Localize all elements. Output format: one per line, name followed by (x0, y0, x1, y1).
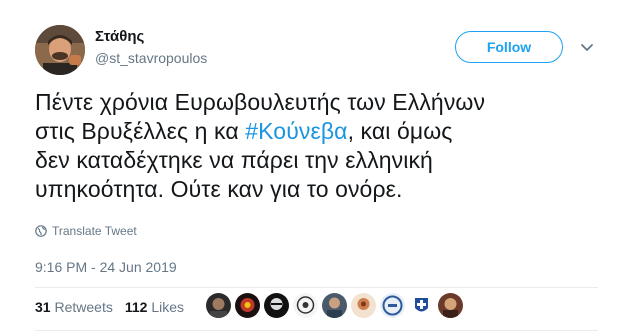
tweet-line-text: , και όμως (347, 118, 453, 144)
liker-avatar[interactable] (322, 293, 347, 318)
hashtag-link[interactable]: #Κούνεβα (245, 118, 347, 144)
tweet-timestamp[interactable]: 9:16 PM - 24 Jun 2019 (35, 259, 177, 275)
tweet-line: δεν καταδέχτηκε να πάρει την ελληνική (35, 147, 433, 173)
liker-avatar[interactable] (438, 293, 463, 318)
liker-avatar[interactable] (206, 293, 231, 318)
translate-label[interactable]: Translate Tweet (52, 224, 137, 238)
liker-avatar[interactable] (409, 293, 434, 318)
translate-tweet-link[interactable]: Translate Tweet (35, 224, 137, 238)
divider (35, 287, 598, 288)
liker-avatars (206, 293, 463, 318)
tweet-line: υπηκοότητα. Ούτε καν για το ονόρε. (35, 176, 403, 202)
tweet-card: Στάθης @st_stavropoulos Follow Πέντε χρό… (0, 0, 633, 333)
likes-stat[interactable]: 112 Likes (125, 299, 184, 315)
liker-avatar[interactable] (264, 293, 289, 318)
likes-label: Likes (151, 299, 184, 315)
tweet-text: Πέντε χρόνια Ευρωβουλευτής των Ελλήνων σ… (35, 88, 595, 204)
liker-avatar[interactable] (380, 293, 405, 318)
author-avatar[interactable] (35, 25, 85, 75)
author-handle[interactable]: @st_stavropoulos (95, 50, 207, 66)
divider (35, 330, 598, 331)
tweet-line-text: στις Βρυξέλλες η κα (35, 118, 246, 144)
liker-avatar[interactable] (351, 293, 376, 318)
retweets-count: 31 (35, 299, 51, 315)
follow-button[interactable]: Follow (455, 31, 563, 63)
tweet-line: στις Βρυξέλλες η κα #Κούνεβα, και όμως (35, 117, 595, 146)
tweet-stats: 31 Retweets 112 Likes (35, 299, 184, 315)
retweets-stat[interactable]: 31 Retweets (35, 299, 113, 315)
likes-count: 112 (124, 299, 148, 315)
author-name[interactable]: Στάθης (95, 28, 144, 45)
liker-avatar[interactable] (235, 293, 260, 318)
globe-icon (35, 225, 47, 237)
liker-avatar[interactable] (293, 293, 318, 318)
tweet-line: Πέντε χρόνια Ευρωβουλευτής των Ελλήνων (35, 89, 486, 115)
retweets-label: Retweets (54, 299, 113, 315)
chevron-down-icon[interactable] (580, 40, 594, 54)
